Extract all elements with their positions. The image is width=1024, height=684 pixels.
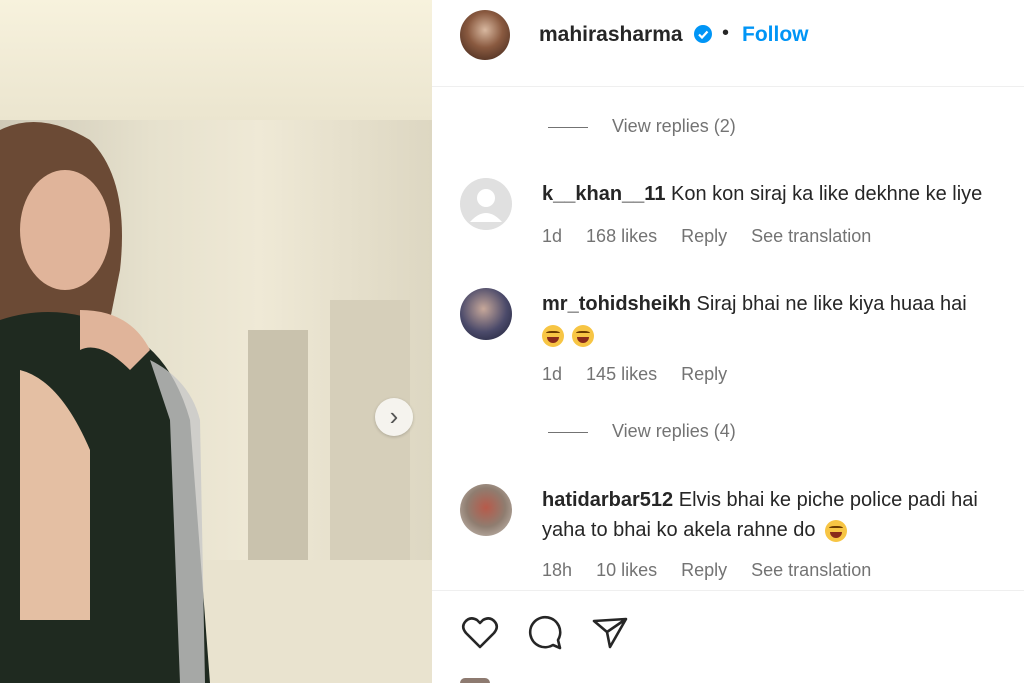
comment-username[interactable]: hatidarbar512 [542,489,673,511]
comment-meta: 1d 168 likes Reply See translation [542,226,890,247]
default-avatar-icon [460,178,512,230]
comment-body-continued: yaha to bhai ko akela rahne do [542,519,816,541]
post-actions [432,590,1024,684]
comment-meta: 18h 10 likes Reply See translation [542,560,890,581]
comment-likes[interactable]: 145 likes [586,364,657,384]
next-photo-button[interactable]: › [375,398,413,436]
follow-button[interactable]: Follow [742,23,809,47]
comment-username[interactable]: mr_tohidsheikh [542,293,691,315]
reply-button[interactable]: Reply [681,364,727,384]
photo-subject [0,122,210,683]
view-replies-label: View replies (4) [612,421,736,441]
comment-icon[interactable] [525,613,565,653]
comment-time: 1d [542,226,563,246]
separator-dot: • [722,22,730,44]
comment-text: hatidarbar512 Elvis bhai ke piche police… [542,485,978,515]
comment-likes[interactable]: 168 likes [586,226,657,246]
comment-text-line2: yaha to bhai ko akela rahne do [542,515,855,545]
comment-body: Siraj bhai ne like kiya huaa hai [696,293,967,315]
comment-text: mr_tohidsheikh Siraj bhai ne like kiya h… [542,289,967,319]
replies-divider [548,431,588,433]
reply-button[interactable]: Reply [681,226,727,246]
view-replies-button[interactable]: View replies (2) [548,116,736,137]
comment-emoji-line [542,320,602,350]
comment-username[interactable]: k__khan__11 [542,183,665,205]
post-photo: › [0,0,432,683]
comment-text: k__khan__11 Kon kon siraj ka like dekhne… [542,179,982,209]
laughing-emoji-icon [572,324,594,347]
photo-background-doorway [248,330,308,560]
verified-badge-icon [694,25,712,43]
comment-likes[interactable]: 10 likes [596,560,657,580]
comment-body: Elvis bhai ke piche police padi hai [678,489,978,511]
comment-body: Kon kon siraj ka like dekhne ke liye [671,183,983,205]
replies-divider [548,126,588,128]
comments-panel: mahirasharma • Follow View replies (2) k… [432,0,1024,683]
photo-ceiling [0,0,432,120]
comment-avatar[interactable] [460,288,512,340]
comment-meta: 1d 145 likes Reply [542,364,746,385]
see-translation-button[interactable]: See translation [751,560,871,580]
view-replies-button[interactable]: View replies (4) [548,421,736,442]
share-icon[interactable] [590,613,630,653]
laughing-emoji-icon [542,324,564,347]
comment-time: 18h [542,560,573,580]
comment-time: 1d [542,364,563,384]
view-replies-label: View replies (2) [612,116,736,136]
next-comment-avatar [460,678,490,683]
comment-avatar[interactable] [460,484,512,536]
post-header: mahirasharma • Follow [432,0,1024,87]
laughing-emoji-icon [825,519,848,542]
see-translation-button[interactable]: See translation [751,226,871,246]
comment-avatar-default[interactable] [460,178,512,230]
author-username[interactable]: mahirasharma [539,23,683,47]
heart-icon[interactable] [460,613,500,653]
author-avatar[interactable] [460,10,510,60]
reply-button[interactable]: Reply [681,560,727,580]
